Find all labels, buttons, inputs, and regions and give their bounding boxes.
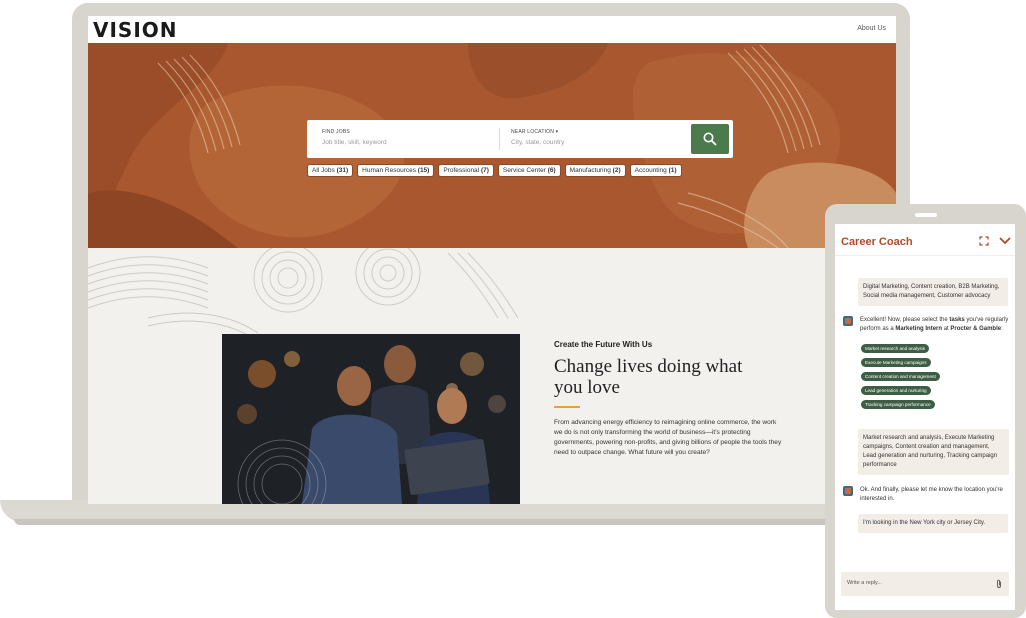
about-us-link[interactable]: About Us bbox=[857, 25, 886, 32]
paperclip-icon[interactable] bbox=[995, 579, 1003, 589]
coach-avatar-icon bbox=[843, 486, 853, 496]
bot-text-bold: Procter & Gamble bbox=[950, 326, 1002, 332]
category-chips: All Jobs (31) Human Resources (15) Profe… bbox=[307, 164, 682, 177]
bot-message-text: Excellent! Now, please select the tasks … bbox=[860, 316, 1010, 334]
expand-icon[interactable] bbox=[979, 236, 989, 246]
top-navigation-bar: VISION About Us bbox=[88, 16, 896, 43]
bot-message: Ok. And finally, please let me know the … bbox=[843, 486, 1013, 508]
coach-title: Career Coach bbox=[841, 236, 913, 248]
section-body: From advancing energy efficiency to reim… bbox=[554, 419, 782, 456]
chip-count: (1) bbox=[668, 167, 677, 174]
chip-label: All Jobs bbox=[312, 167, 335, 174]
chip-count: (31) bbox=[336, 167, 349, 174]
chip-label: Professional bbox=[443, 167, 480, 174]
find-jobs-input[interactable]: Job title, skill, keyword bbox=[322, 139, 387, 146]
field-divider bbox=[499, 128, 500, 150]
phone-frame: Career Coach Digital Marketing, Content … bbox=[825, 204, 1026, 618]
chip-count: (6) bbox=[547, 167, 556, 174]
user-message: Digital Marketing, Content creation, B2B… bbox=[858, 278, 1008, 306]
user-message: Market research and analysis, Execute Ma… bbox=[858, 429, 1009, 475]
user-message: I'm looking in the New York city or Jers… bbox=[858, 514, 1008, 533]
section-headline: Change lives doing what you love bbox=[554, 356, 743, 398]
team-illustration bbox=[222, 334, 520, 504]
find-jobs-label: FIND JOBS bbox=[322, 129, 350, 135]
task-options: Market research and analysis Execute Mar… bbox=[861, 344, 940, 409]
category-chip-human-resources[interactable]: Human Resources (15) bbox=[357, 164, 435, 177]
chip-label: Human Resources bbox=[362, 167, 416, 174]
task-option[interactable]: Execute Marketing campaigns bbox=[861, 358, 931, 367]
task-option[interactable]: Lead generation and nurturing bbox=[861, 386, 931, 395]
search-icon bbox=[703, 132, 717, 146]
vision-logo[interactable]: VISION bbox=[93, 18, 178, 42]
chip-count: (2) bbox=[612, 167, 621, 174]
phone-speaker bbox=[915, 213, 937, 217]
laptop-base-shadow bbox=[14, 519, 864, 525]
chip-label: Accounting bbox=[634, 167, 667, 174]
category-chip-professional[interactable]: Professional (7) bbox=[438, 164, 494, 177]
near-location-label[interactable]: NEAR LOCATION ▾ bbox=[511, 129, 564, 135]
chevron-down-icon[interactable] bbox=[999, 236, 1011, 246]
chip-label: Manufacturing bbox=[569, 167, 611, 174]
coach-avatar-icon bbox=[843, 316, 853, 326]
laptop-screen: VISION About Us FIND JOBS Job title, ski… bbox=[88, 16, 896, 504]
chip-count: (7) bbox=[480, 167, 489, 174]
bot-text-bold: tasks bbox=[949, 317, 965, 323]
task-option[interactable]: Market research and analysis bbox=[861, 344, 930, 353]
category-chip-all-jobs[interactable]: All Jobs (31) bbox=[307, 164, 354, 177]
reply-input[interactable]: Write a reply... bbox=[847, 580, 882, 586]
category-chip-manufacturing[interactable]: Manufacturing (2) bbox=[564, 164, 626, 177]
category-chip-service-center[interactable]: Service Center (6) bbox=[497, 164, 561, 177]
bot-message-text: Ok. And finally, please let me know the … bbox=[860, 487, 1003, 502]
search-button[interactable] bbox=[691, 124, 729, 154]
bot-text-part: : bbox=[1001, 326, 1003, 332]
job-search-box: FIND JOBS Job title, skill, keyword NEAR… bbox=[307, 120, 733, 158]
bot-text-bold: Marketing Intern bbox=[895, 326, 943, 332]
coach-header: Career Coach bbox=[835, 224, 1015, 256]
task-option[interactable]: Tracking campaign performance bbox=[861, 400, 935, 409]
career-coach-panel: Career Coach Digital Marketing, Content … bbox=[835, 224, 1015, 610]
chip-count: (15) bbox=[417, 167, 430, 174]
hero-banner: FIND JOBS Job title, skill, keyword NEAR… bbox=[88, 43, 896, 248]
accent-divider bbox=[554, 406, 580, 408]
bot-message: Excellent! Now, please select the tasks … bbox=[843, 316, 1013, 340]
find-jobs-field[interactable]: FIND JOBS Job title, skill, keyword bbox=[322, 129, 387, 146]
near-location-field[interactable]: NEAR LOCATION ▾ City, state, country bbox=[511, 129, 564, 146]
bot-text-part: Excellent! Now, please select the bbox=[860, 317, 950, 323]
reply-composer[interactable]: Write a reply... bbox=[841, 572, 1009, 596]
task-option[interactable]: Content creation and management bbox=[861, 372, 940, 381]
team-photo bbox=[222, 334, 520, 504]
decorative-texture bbox=[88, 248, 518, 342]
category-chip-accounting[interactable]: Accounting (1) bbox=[629, 164, 682, 177]
feature-section: Create the Future With Us Change lives d… bbox=[88, 248, 896, 504]
location-input[interactable]: City, state, country bbox=[511, 139, 564, 146]
chip-label: Service Center bbox=[502, 167, 546, 174]
section-eyebrow: Create the Future With Us bbox=[554, 340, 653, 349]
